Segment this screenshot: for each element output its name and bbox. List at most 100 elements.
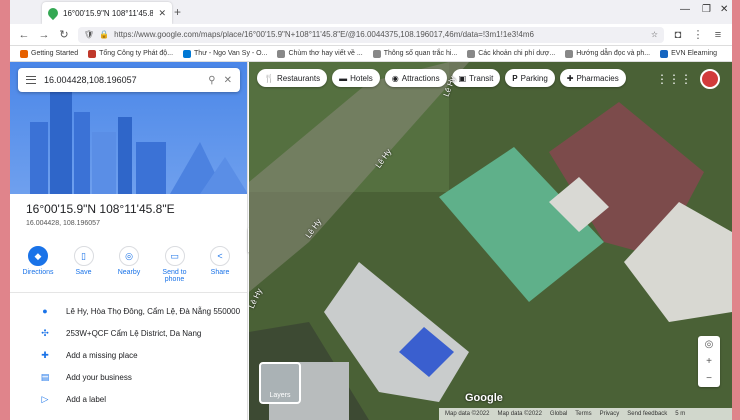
bookmark-item[interactable]: Hướng dẫn đọc và ph... bbox=[565, 49, 650, 58]
bookmark-item[interactable]: EVN Elearning bbox=[660, 49, 717, 58]
directions-icon: ◆ bbox=[28, 246, 48, 266]
phone-icon: ▭ bbox=[164, 246, 185, 266]
attractions-icon: ◉ bbox=[391, 73, 399, 83]
menu-icon[interactable] bbox=[26, 76, 36, 84]
tab-title: 16°00'15.9"N 108°11'45.8"E - Go bbox=[63, 8, 154, 18]
scale-label[interactable]: 5 m bbox=[675, 411, 685, 417]
url-bar[interactable]: 🛡 🔒 https://www.google.com/maps/place/16… bbox=[78, 26, 664, 43]
map-controls: ◎ + − bbox=[698, 336, 720, 387]
bookmark-item[interactable]: Thư - Ngo Van Sy - O... bbox=[183, 49, 267, 58]
directions-button[interactable]: ◆ Directions bbox=[18, 246, 58, 283]
business-icon: ▤ bbox=[40, 371, 50, 382]
account-avatar[interactable] bbox=[700, 69, 720, 89]
map-footer: Map data ©2022 Map data ©2022 Global Ter… bbox=[439, 408, 732, 420]
nearby-button[interactable]: ◎ Nearby bbox=[109, 246, 149, 283]
layers-button[interactable]: Layers bbox=[259, 362, 301, 404]
chip-attractions[interactable]: ◉ Attractions bbox=[384, 69, 447, 87]
parking-icon: P bbox=[512, 73, 518, 83]
url-text: https://www.google.com/maps/place/16°00'… bbox=[114, 30, 534, 39]
search-box[interactable]: 16.004428,108.196057 ⚲ ✕ bbox=[18, 68, 240, 92]
google-logo: Google bbox=[465, 392, 503, 404]
global-link[interactable]: Global bbox=[550, 411, 567, 417]
search-icon[interactable]: ⚲ bbox=[208, 75, 215, 86]
bookmark-icon bbox=[183, 49, 192, 58]
privacy-link[interactable]: Privacy bbox=[600, 411, 620, 417]
star-icon[interactable]: ☆ bbox=[651, 30, 658, 39]
nearby-icon: ◎ bbox=[119, 246, 139, 266]
globe-icon bbox=[277, 49, 286, 58]
satellite-map[interactable]: 🍴 Restaurants ▬ Hotels ◉ Attractions ▣ Trans… bbox=[249, 62, 732, 420]
action-buttons: ◆ Directions ▯ Save ◎ Nearby ▭ Send to phone… bbox=[18, 246, 240, 283]
bookmark-icon bbox=[660, 49, 669, 58]
browser-window: 16°00'15.9"N 108°11'45.8"E - Go ✕ + — ❐ … bbox=[10, 0, 732, 420]
map-attribution: Map data ©2022 bbox=[497, 411, 542, 417]
address-row[interactable]: ● Lê Hy, Hòa Thọ Đông, Cẩm Lệ, Đà Nẵng 55… bbox=[10, 300, 247, 322]
globe-icon bbox=[467, 49, 476, 58]
plus-code-icon: ✣ bbox=[41, 327, 49, 338]
send-feedback-link[interactable]: Send feedback bbox=[627, 411, 667, 417]
bookmark-item[interactable]: Chùm thơ hay viết về ... bbox=[277, 49, 363, 58]
my-location-icon[interactable]: ◎ bbox=[705, 336, 714, 353]
save-button[interactable]: ▯ Save bbox=[64, 246, 104, 283]
transit-icon: ▣ bbox=[458, 73, 467, 83]
place-info-list: ● Lê Hy, Hòa Thọ Đông, Cẩm Lệ, Đà Nẵng 55… bbox=[10, 300, 247, 410]
divider bbox=[10, 292, 247, 293]
close-window-icon[interactable]: ✕ bbox=[720, 4, 728, 15]
close-tab-icon[interactable]: ✕ bbox=[158, 8, 166, 19]
bookmark-item[interactable]: Các khoản chi phí dượ... bbox=[467, 49, 555, 58]
map-attribution: Map data ©2022 bbox=[445, 411, 490, 417]
share-icon: < bbox=[210, 246, 230, 266]
clear-icon[interactable]: ✕ bbox=[224, 75, 232, 86]
place-coordinates: 16.004428, 108.196057 bbox=[26, 220, 100, 227]
add-place-icon: ✚ bbox=[41, 349, 49, 360]
hotel-icon: ▬ bbox=[339, 73, 348, 83]
chip-restaurants[interactable]: 🍴 Restaurants bbox=[257, 69, 328, 87]
chip-parking[interactable]: P Parking bbox=[505, 69, 555, 87]
share-button[interactable]: < Share bbox=[200, 246, 240, 283]
extensions-icon[interactable]: ⋮ bbox=[692, 28, 704, 41]
google-apps-icon[interactable]: ⋮⋮⋮ bbox=[656, 72, 692, 86]
forward-icon[interactable]: → bbox=[38, 29, 50, 41]
add-missing-place-row[interactable]: ✚ Add a missing place bbox=[10, 344, 247, 366]
plus-code-row[interactable]: ✣ 253W+QCF Cẩm Lệ District, Da Nang bbox=[10, 322, 247, 344]
satellite-imagery bbox=[249, 62, 732, 420]
restaurant-icon: 🍴 bbox=[264, 73, 274, 83]
new-tab-icon[interactable]: + bbox=[174, 5, 181, 19]
minimize-icon[interactable]: — bbox=[680, 4, 690, 15]
bookmark-item[interactable]: Thông số quan trắc hi... bbox=[372, 49, 457, 58]
globe-icon bbox=[565, 49, 574, 58]
place-title: 16°00'15.9"N 108°11'45.8"E bbox=[26, 202, 175, 216]
terms-link[interactable]: Terms bbox=[575, 411, 591, 417]
category-chips: 🍴 Restaurants ▬ Hotels ◉ Attractions ▣ Trans… bbox=[257, 69, 626, 87]
chip-transit[interactable]: ▣ Transit bbox=[451, 69, 501, 87]
bookmark-item[interactable]: Tổng Công ty Phát độ... bbox=[88, 49, 173, 58]
chip-hotels[interactable]: ▬ Hotels bbox=[332, 69, 380, 87]
bookmarks-bar: Getting Started Tổng Công ty Phát độ... … bbox=[10, 46, 732, 62]
location-pin-icon: ● bbox=[42, 306, 48, 316]
back-icon[interactable]: ← bbox=[18, 29, 30, 41]
add-label-row[interactable]: ▷ Add a label bbox=[10, 388, 247, 410]
bookmark-icon: ▯ bbox=[73, 246, 94, 266]
maps-pin-icon bbox=[45, 5, 61, 21]
globe-icon bbox=[372, 49, 381, 58]
label-icon: ▷ bbox=[41, 393, 49, 404]
layers-label: Layers bbox=[269, 392, 291, 399]
lock-icon: 🔒 bbox=[99, 30, 110, 39]
bookmark-item[interactable]: Getting Started bbox=[20, 49, 78, 58]
send-to-phone-button[interactable]: ▭ Send to phone bbox=[155, 246, 195, 283]
chip-pharmacies[interactable]: ✚ Pharmacies bbox=[559, 69, 626, 87]
bookmark-icon bbox=[20, 49, 28, 58]
maximize-icon[interactable]: ❐ bbox=[702, 4, 711, 15]
zoom-in-button[interactable]: + bbox=[706, 353, 712, 370]
zoom-out-button[interactable]: − bbox=[706, 370, 712, 387]
menu-icon[interactable]: ≡ bbox=[712, 29, 724, 41]
search-input[interactable]: 16.004428,108.196057 bbox=[44, 75, 200, 85]
pocket-icon[interactable]: ◘ bbox=[672, 29, 684, 41]
bookmark-icon bbox=[88, 49, 97, 58]
tab-bar: 16°00'15.9"N 108°11'45.8"E - Go ✕ + — ❐ … bbox=[10, 0, 732, 24]
tab-google-maps[interactable]: 16°00'15.9"N 108°11'45.8"E - Go ✕ bbox=[42, 2, 172, 24]
reload-icon[interactable]: ↻ bbox=[58, 28, 70, 41]
add-business-row[interactable]: ▤ Add your business bbox=[10, 366, 247, 388]
place-panel: 16.004428,108.196057 ⚲ ✕ 16°00'15.9"N 10… bbox=[10, 62, 248, 420]
shield-icon: 🛡 bbox=[84, 30, 95, 39]
